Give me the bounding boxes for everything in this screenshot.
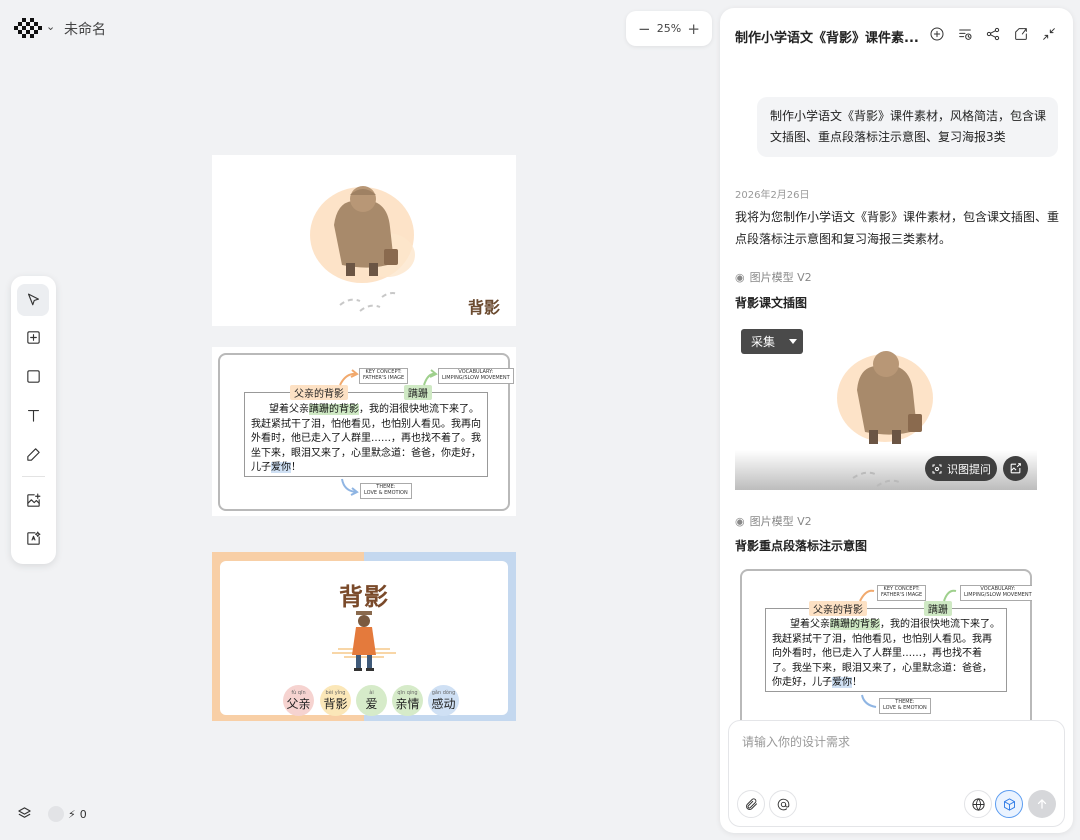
frame-tool-button[interactable] (17, 321, 49, 353)
layers-button[interactable] (17, 806, 32, 825)
app-logo[interactable] (14, 18, 44, 38)
design-request-input[interactable]: 请输入你的设计需求 (728, 720, 1065, 827)
chevron-down-icon[interactable]: ⌄ (46, 20, 55, 33)
rectangle-tool-button[interactable] (17, 360, 49, 392)
collapse-icon (1043, 28, 1055, 40)
message-date: 2026年2月26日 (735, 190, 810, 201)
attach-button[interactable] (737, 790, 765, 818)
lightning-icon: ⚡ (68, 807, 76, 821)
export-button[interactable] (1013, 26, 1029, 42)
scan-icon (932, 464, 942, 473)
word-circle-moved: gǎn dòng 感动 (428, 685, 459, 716)
zoom-level[interactable]: 25% (657, 22, 681, 35)
diagram-arrows (339, 369, 438, 496)
mention-button[interactable] (769, 790, 797, 818)
export-icon (1015, 28, 1027, 40)
chat-title: 制作小学语文《背影》课件素... (735, 31, 919, 46)
image-question-button[interactable]: 识图提问 (925, 456, 997, 481)
globe-icon (971, 797, 985, 811)
zoom-out-button[interactable]: − (638, 20, 651, 38)
new-chat-icon (930, 27, 944, 41)
layers-icon (18, 807, 31, 818)
rectangle-icon (26, 369, 40, 383)
thumb-diagram-arrows (859, 589, 957, 708)
generated-diagram-image[interactable]: KEY CONCEPT: FATHER'S IMAGE VOCABULARY: LI… (740, 569, 1032, 724)
assistant-message: 我将为您制作小学语文《背影》课件素材，包含课文插图、重点段落标注示意图和复习海报… (735, 210, 1060, 247)
zoom-control: − 25% + (626, 11, 712, 46)
canvas-illustration-card[interactable]: 背影 (212, 155, 516, 326)
ai-edit-tool-button[interactable] (17, 522, 49, 554)
history-icon (959, 29, 972, 40)
word-circle-father: fù qīn 父亲 (283, 685, 314, 716)
pixel-logo-icon (14, 18, 42, 38)
caret-down-icon (789, 339, 798, 344)
pen-tool-button[interactable] (17, 438, 49, 470)
collect-dropdown-button[interactable]: 采集 (741, 329, 803, 354)
toolbar-divider (22, 476, 45, 477)
eye-icon: ◉ (735, 514, 745, 528)
share-button[interactable] (985, 26, 1001, 42)
word-circle-family: qīn qíng 亲情 (392, 685, 423, 716)
credits-indicator[interactable]: ⚡ 0 (48, 806, 87, 822)
diagram-frame: KEY CONCEPT: FATHER'S IMAGE VOCABULARY: LI… (218, 353, 514, 511)
image-generate-tool-button[interactable] (17, 484, 49, 516)
model-mode-button[interactable] (995, 790, 1023, 818)
add-frame-icon (26, 330, 40, 344)
canvas-diagram-card[interactable]: KEY CONCEPT: FATHER'S IMAGE VOCABULARY: LI… (212, 347, 516, 516)
at-sign-icon (777, 798, 789, 810)
paperclip-icon (745, 797, 757, 810)
model-label-1: ◉ 图片模型 V2 (735, 270, 812, 285)
eye-icon: ◉ (735, 270, 745, 284)
text-tool-button[interactable] (17, 399, 49, 431)
item2-title: 背影重点段落标注示意图 (735, 539, 868, 553)
zoom-in-button[interactable]: + (687, 20, 700, 38)
image-export-icon (1010, 463, 1021, 474)
send-button[interactable] (1028, 790, 1056, 818)
document-title[interactable]: 未命名 (64, 19, 106, 39)
history-button[interactable] (957, 26, 973, 42)
web-search-button[interactable] (964, 790, 992, 818)
pencil-icon (26, 447, 40, 461)
share-icon (986, 27, 1000, 41)
cursor-arrow-icon (27, 293, 39, 305)
collapse-panel-button[interactable] (1041, 26, 1057, 42)
word-circle-love: ài 爱 (356, 685, 387, 716)
poster-title: 背影 (339, 583, 389, 611)
text-icon (27, 409, 39, 422)
canvas-poster-card[interactable]: 背影 fù qīn 父亲 bèi yǐng 背影 ài 爱 qīn qíng 亲情 gǎ… (212, 552, 516, 721)
arrow-up-icon (1037, 799, 1047, 809)
illustration-title: 背影 (468, 298, 501, 317)
input-placeholder: 请输入你的设计需求 (742, 735, 851, 749)
add-to-canvas-button[interactable] (1003, 456, 1028, 481)
word-circle-back: bèi yǐng 背影 (320, 685, 351, 716)
left-toolbar (11, 276, 56, 564)
model-label-2: ◉ 图片模型 V2 (735, 514, 812, 529)
new-chat-button[interactable] (929, 26, 945, 42)
select-tool-button[interactable] (17, 284, 49, 316)
chat-panel: 制作小学语文《背影》课件素... 制作小学语文《背影》课件素材，风格简洁，包含课… (720, 8, 1073, 833)
user-message: 制作小学语文《背影》课件素材，风格简洁，包含课文插图、重点段落标注示意图、复习海… (757, 97, 1058, 157)
diagram-thumbnail-frame: KEY CONCEPT: FATHER'S IMAGE VOCABULARY: LI… (740, 569, 1032, 724)
avatar (48, 806, 64, 822)
cube-icon (1003, 797, 1015, 811)
item1-title: 背影课文插图 (735, 296, 808, 310)
credits-count: 0 (79, 807, 87, 821)
image-edit-icon (26, 531, 40, 545)
poster-inner: 背影 fù qīn 父亲 bèi yǐng 背影 ài 爱 qīn qíng 亲情 gǎ… (220, 561, 508, 716)
image-add-icon (26, 493, 40, 507)
poster-figure-image (332, 611, 396, 671)
